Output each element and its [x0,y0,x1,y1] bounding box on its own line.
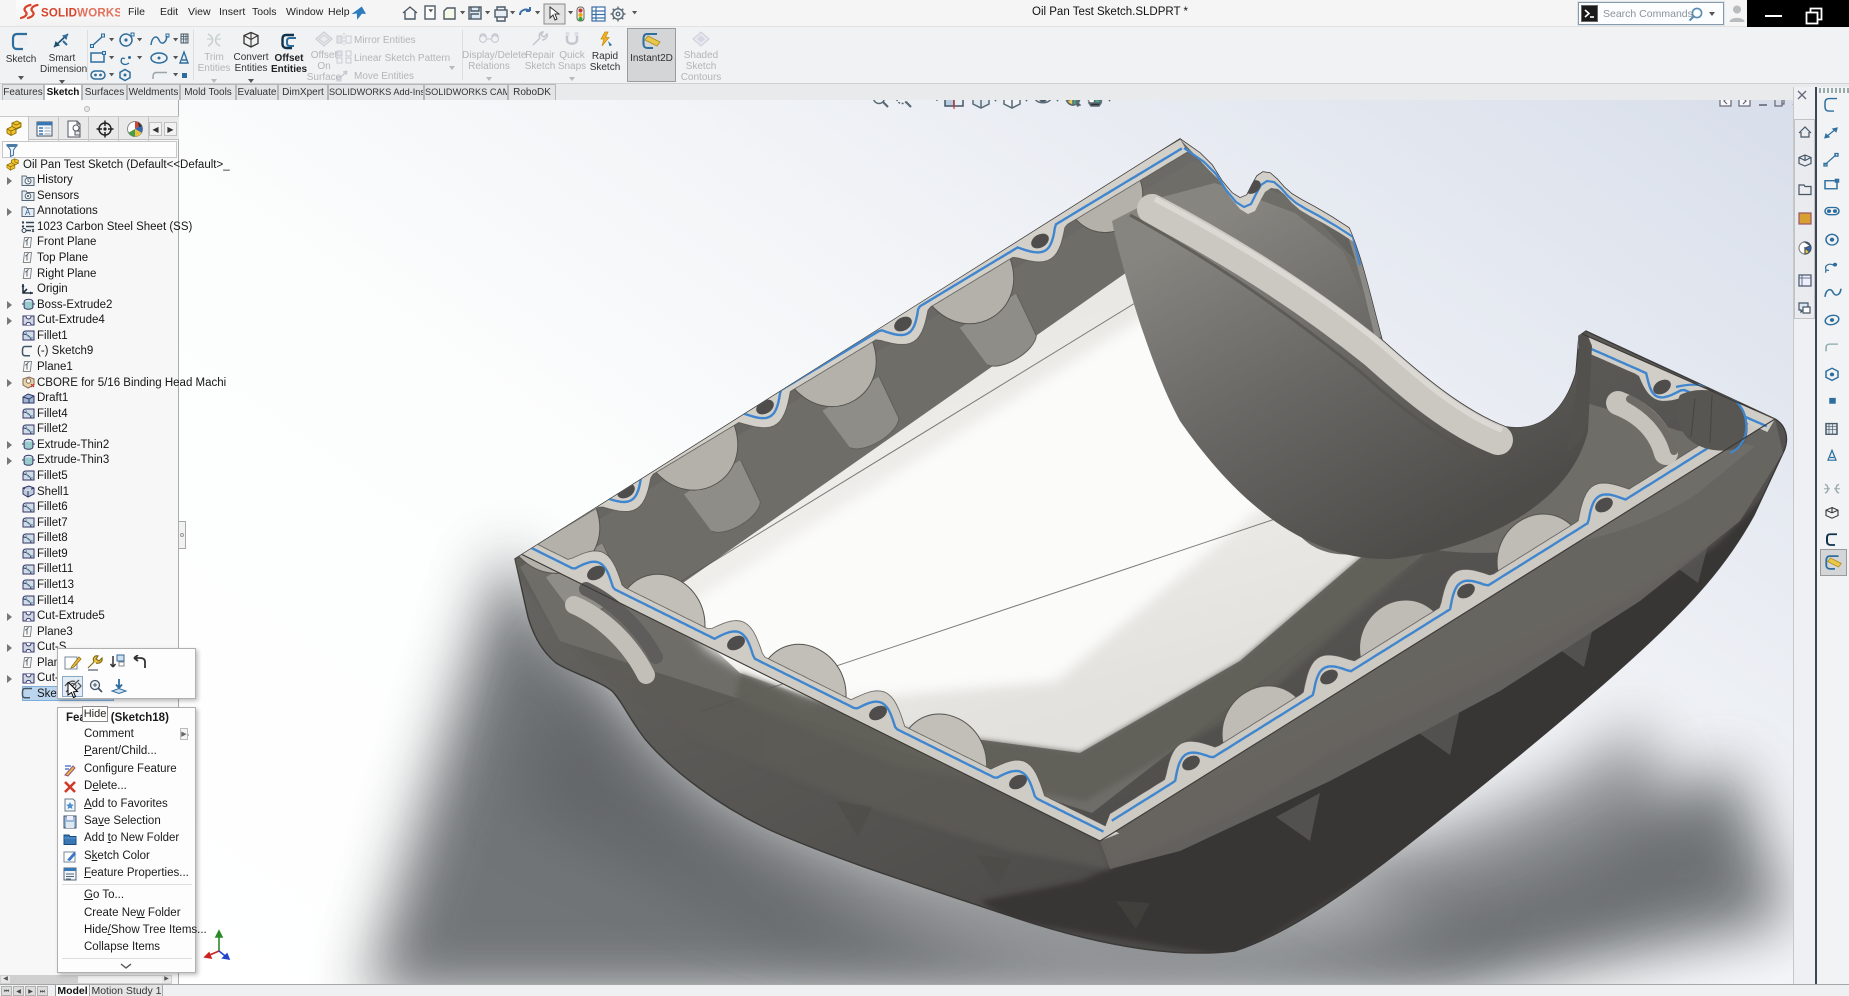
svg-text:A: A [25,208,31,217]
svg-text:SOLIDWORKS: SOLIDWORKS [41,8,120,20]
